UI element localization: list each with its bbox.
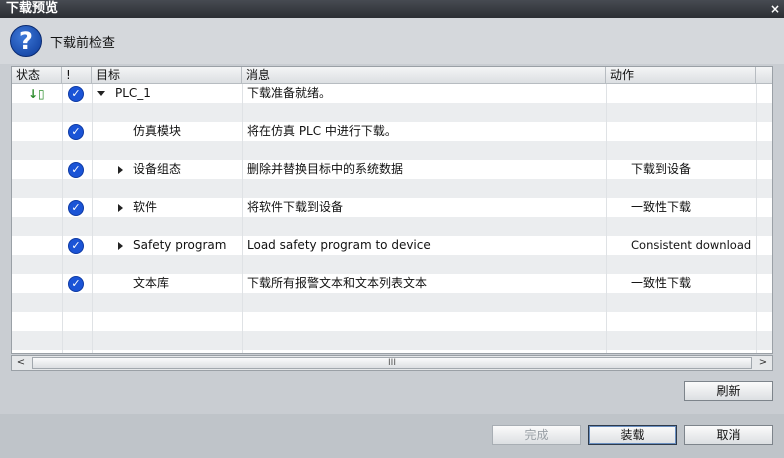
horizontal-scrollbar[interactable]: < III > (11, 355, 773, 371)
column-divider (92, 84, 93, 353)
column-header-filler (756, 67, 772, 84)
dialog-header: ? 下载前检查 (0, 18, 784, 64)
column-divider (242, 84, 243, 353)
refresh-button[interactable]: 刷新 (684, 381, 773, 401)
table-row-spacer (12, 293, 772, 312)
window-title: 下载预览 (6, 1, 59, 16)
action-value: 下载到设备 (631, 162, 692, 176)
collapse-triangle-icon[interactable] (97, 91, 105, 96)
target-name: Safety program (133, 238, 227, 252)
expand-triangle-icon[interactable] (118, 204, 123, 212)
column-divider (62, 84, 63, 353)
table-row-spacer (12, 179, 772, 198)
download-check-table: 状态 ! 目标 消息 动作 ↓▯ ✓ PLC_1 下载准备就绪。 ✓ 仿真模块 … (11, 66, 773, 354)
target-name: 仿真模块 (133, 124, 182, 138)
download-arrow-icon: ↓▯ (28, 87, 45, 101)
expand-triangle-icon[interactable] (118, 242, 123, 250)
question-icon: ? (10, 25, 42, 57)
check-icon: ✓ (68, 162, 84, 178)
column-divider (756, 84, 757, 353)
table-row-spacer (12, 255, 772, 274)
close-icon[interactable]: × (768, 2, 782, 16)
action-dropdown[interactable]: 一致性下载 (607, 198, 756, 217)
table-row-empty (12, 331, 772, 350)
finish-button[interactable]: 完成 (492, 425, 581, 445)
action-dropdown[interactable]: 一致性下载 (607, 274, 756, 293)
column-header-action[interactable]: 动作 (606, 67, 756, 84)
message-text: 删除并替换目标中的系统数据 (247, 162, 404, 176)
load-button[interactable]: 装载 (588, 425, 677, 445)
column-header-target[interactable]: 目标 (92, 67, 242, 84)
target-name: 文本库 (133, 276, 170, 290)
target-name: PLC_1 (115, 86, 151, 100)
message-text: 将软件下载到设备 (247, 200, 344, 214)
message-text: 下载所有报警文本和文本列表文本 (247, 276, 428, 290)
column-header-bang[interactable]: ! (62, 67, 92, 84)
window-titlebar: 下载预览 × (0, 0, 784, 18)
scroll-right-button[interactable]: > (754, 356, 772, 370)
scrollbar-thumb[interactable]: III (32, 357, 752, 369)
check-icon: ✓ (68, 86, 84, 102)
table-row-spacer (12, 141, 772, 160)
action-value: Consistent download (631, 238, 752, 252)
message-text: Load safety program to device (247, 238, 431, 252)
action-value: 一致性下载 (631, 200, 692, 214)
check-icon: ✓ (68, 124, 84, 140)
column-divider (606, 84, 607, 353)
action-dropdown[interactable]: Consistent download (607, 236, 756, 255)
action-dropdown[interactable]: 下载到设备 (607, 160, 756, 179)
check-icon: ✓ (68, 238, 84, 254)
check-icon: ✓ (68, 200, 84, 216)
column-header-message[interactable]: 消息 (242, 67, 606, 84)
target-name: 软件 (133, 200, 158, 214)
message-text: 下载准备就绪。 (247, 86, 332, 100)
expand-triangle-icon[interactable] (118, 166, 123, 174)
target-name: 设备组态 (133, 162, 182, 176)
action-value: 一致性下载 (631, 276, 692, 290)
table-row-spacer (12, 217, 772, 236)
message-text: 将在仿真 PLC 中进行下载。 (247, 124, 397, 138)
scroll-left-button[interactable]: < (12, 356, 30, 370)
table-row-spacer (12, 103, 772, 122)
check-icon: ✓ (68, 276, 84, 292)
cancel-button[interactable]: 取消 (684, 425, 773, 445)
table-row-empty (12, 312, 772, 331)
column-header-status[interactable]: 状态 (12, 67, 62, 84)
header-title: 下载前检查 (50, 36, 116, 51)
